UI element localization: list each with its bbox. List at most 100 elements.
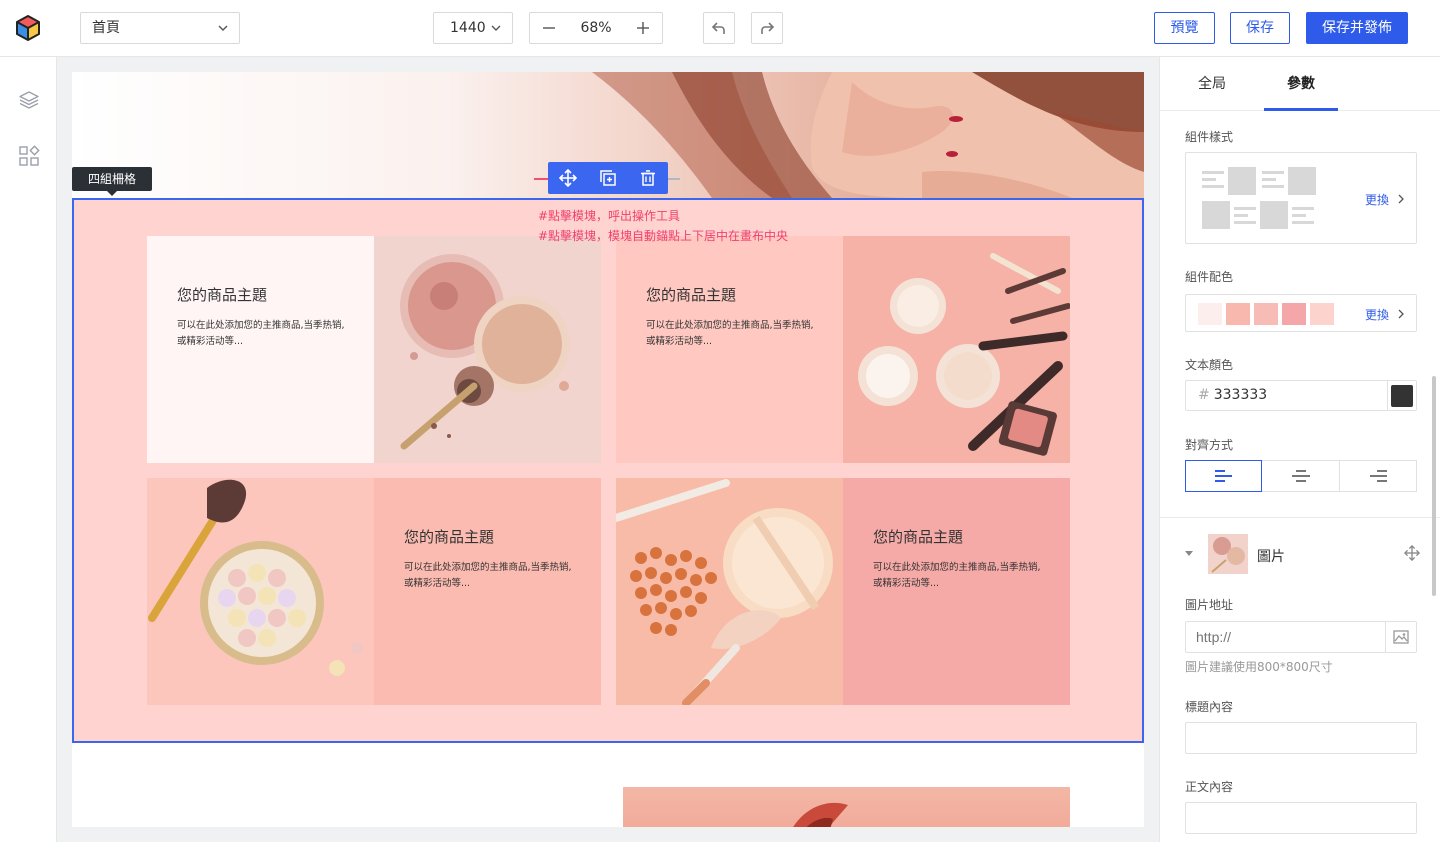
palette-swatch	[1310, 303, 1334, 325]
align-label: 對齊方式	[1185, 438, 1234, 452]
redo-button[interactable]	[751, 12, 783, 44]
change-palette-link[interactable]: 更換	[1365, 306, 1405, 323]
components-grid-icon[interactable]	[18, 145, 40, 167]
module-action-toolbar	[548, 162, 668, 194]
properties-panel: 全局 參數 組件樣式 更換 組件配色 更換 文本顏色 # 333333 對齊方式…	[1159, 57, 1440, 842]
grid-card-1-image[interactable]	[374, 236, 601, 463]
annotation-note: #點擊模塊，模塊自動錨點上下居中在畫布中央	[538, 229, 789, 243]
page-select[interactable]: 首頁	[80, 12, 240, 44]
text-color-swatch[interactable]	[1387, 380, 1417, 411]
change-style-link[interactable]: 更換	[1365, 191, 1405, 208]
image-url-label: 圖片地址	[1185, 598, 1234, 612]
selected-module-label: 四組柵格	[72, 167, 152, 191]
palette-swatch	[1226, 303, 1250, 325]
card-title[interactable]: 您的商品主題	[873, 526, 963, 547]
change-style-label: 更換	[1365, 193, 1390, 207]
palette-swatch	[1198, 303, 1222, 325]
canvas-width-select[interactable]: 1440	[433, 12, 513, 44]
next-section-image[interactable]	[623, 787, 1070, 827]
body-content-label: 正文內容	[1185, 780, 1234, 794]
active-tab-indicator	[1264, 108, 1338, 111]
redo-icon	[761, 22, 775, 34]
tab-params[interactable]: 參數	[1264, 57, 1338, 111]
image-item-row[interactable]: 圖片	[1160, 532, 1440, 580]
align-center-button[interactable]	[1261, 460, 1340, 492]
text-color-value: 333333	[1213, 387, 1268, 403]
text-color-input[interactable]: #333333	[1185, 380, 1388, 411]
panel-scrollbar[interactable]	[1432, 376, 1436, 596]
section-divider	[1160, 517, 1440, 525]
card-title[interactable]: 您的商品主題	[404, 526, 494, 547]
save-button[interactable]: 保存	[1230, 12, 1290, 44]
tab-global[interactable]: 全局	[1182, 57, 1242, 111]
hash-prefix: #	[1198, 387, 1210, 403]
undo-button[interactable]	[703, 12, 735, 44]
image-icon	[1393, 630, 1409, 644]
text-align-group	[1185, 460, 1417, 492]
title-content-input[interactable]	[1185, 722, 1417, 754]
card-title[interactable]: 您的商品主題	[646, 284, 736, 305]
component-style-label: 組件樣式	[1185, 130, 1234, 144]
drag-handle-icon[interactable]	[1404, 545, 1420, 561]
zoom-value: 68%	[580, 20, 612, 36]
trash-icon	[641, 170, 655, 186]
align-left-button[interactable]	[1185, 460, 1262, 492]
align-right-button[interactable]	[1339, 460, 1417, 492]
grid-layout-preview-icon	[1202, 167, 1316, 229]
change-palette-label: 更換	[1365, 308, 1390, 322]
title-content-label: 標題內容	[1185, 700, 1234, 714]
page-select-value: 首頁	[92, 20, 120, 36]
component-color-label: 組件配色	[1185, 270, 1234, 284]
layers-icon[interactable]	[18, 89, 40, 111]
grid-card-4-image[interactable]	[616, 478, 843, 705]
card-description[interactable]: 可以在此处添加您的主推商品,当季热销,或精彩活动等...	[404, 560, 574, 592]
caret-down-icon[interactable]	[1184, 549, 1194, 557]
card-description[interactable]: 可以在此处添加您的主推商品,当季热销,或精彩活动等...	[177, 318, 347, 350]
preview-button[interactable]: 預覽	[1154, 12, 1215, 44]
move-module-button[interactable]	[548, 162, 588, 194]
save-and-publish-button[interactable]: 保存并發佈	[1306, 12, 1408, 44]
chevron-right-icon	[1398, 194, 1404, 204]
image-size-hint: 圖片建議使用800*800尺寸	[1185, 660, 1333, 674]
component-style-picker[interactable]: 更換	[1185, 152, 1417, 244]
image-thumbnail	[1208, 534, 1248, 574]
card-title[interactable]: 您的商品主題	[177, 284, 267, 305]
image-url-input[interactable]	[1185, 621, 1386, 653]
text-color-label: 文本顏色	[1185, 358, 1234, 372]
card-description[interactable]: 可以在此处添加您的主推商品,当季热销,或精彩活动等...	[873, 560, 1043, 592]
chevron-right-icon	[1398, 309, 1404, 319]
four-grid-section[interactable]: 您的商品主題 可以在此处添加您的主推商品,当季热销,或精彩活动等... 您的商品…	[72, 198, 1144, 742]
copy-module-button[interactable]	[588, 162, 628, 194]
pick-image-button[interactable]	[1385, 621, 1417, 653]
app-logo-icon[interactable]	[14, 14, 42, 42]
panel-tabs: 全局 參數	[1160, 57, 1440, 111]
card-description[interactable]: 可以在此处添加您的主推商品,当季热销,或精彩活动等...	[646, 318, 816, 350]
zoom-out-button[interactable]	[530, 13, 568, 43]
grid-card-2[interactable]: 您的商品主題 可以在此处添加您的主推商品,当季热销,或精彩活动等...	[616, 236, 843, 463]
palette-swatch	[1254, 303, 1278, 325]
palette-swatch	[1282, 303, 1306, 325]
chevron-down-icon	[491, 25, 501, 31]
canvas-width-value: 1440	[450, 20, 486, 36]
undo-icon	[711, 22, 725, 34]
image-item-label: 圖片	[1257, 549, 1285, 565]
zoom-control: 68%	[529, 12, 663, 44]
color-palette-picker[interactable]: 更換	[1185, 294, 1417, 332]
anchor-guide-line	[668, 178, 680, 180]
grid-card-2-image[interactable]	[843, 236, 1070, 463]
plus-icon	[637, 22, 649, 34]
body-content-input[interactable]	[1185, 802, 1417, 834]
align-center-icon	[1291, 470, 1310, 482]
grid-card-3[interactable]: 您的商品主題 可以在此处添加您的主推商品,当季热销,或精彩活动等...	[374, 478, 601, 705]
grid-card-1[interactable]: 您的商品主題 可以在此处添加您的主推商品,当季热销,或精彩活动等...	[147, 236, 374, 463]
minus-icon	[543, 27, 555, 29]
move-arrows-icon	[559, 169, 577, 187]
selected-module-label-arrow	[107, 191, 117, 196]
grid-card-3-image[interactable]	[147, 478, 374, 705]
copy-icon	[600, 170, 616, 186]
delete-module-button[interactable]	[628, 162, 668, 194]
text-color-preview	[1391, 384, 1413, 407]
align-left-icon	[1214, 470, 1232, 482]
grid-card-4[interactable]: 您的商品主題 可以在此处添加您的主推商品,当季热销,或精彩活动等...	[843, 478, 1070, 705]
zoom-in-button[interactable]	[624, 13, 662, 43]
